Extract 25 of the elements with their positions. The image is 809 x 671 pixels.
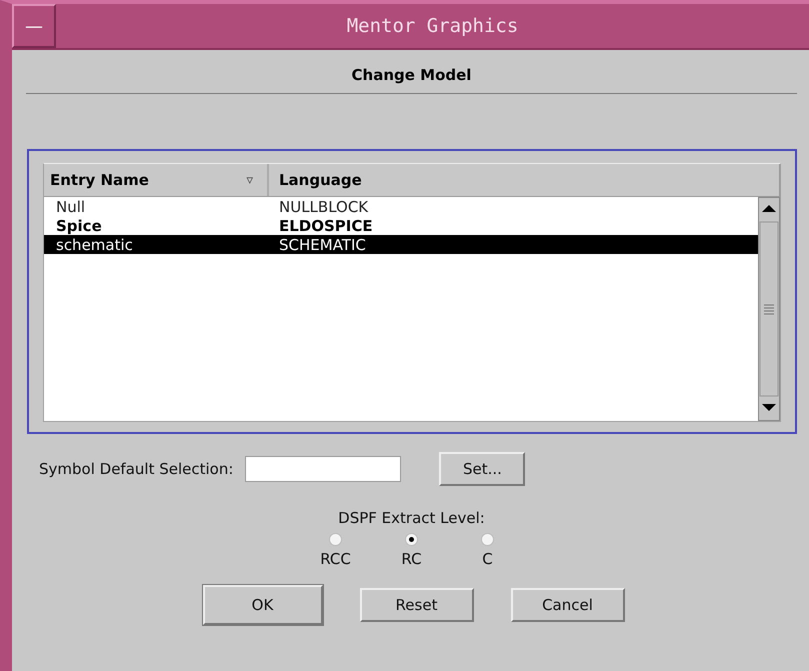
dialog-button[interactable]: Cancel xyxy=(510,588,624,622)
radio-button[interactable] xyxy=(481,533,494,546)
set-button[interactable]: Set... xyxy=(439,452,526,486)
radio-button[interactable] xyxy=(405,533,418,546)
window-menu-button[interactable]: — xyxy=(12,4,56,48)
dialog-heading: Change Model xyxy=(352,66,472,84)
scrollbar[interactable] xyxy=(758,197,780,421)
grip-icon[interactable] xyxy=(764,304,774,314)
dialog-button[interactable]: OK xyxy=(202,585,322,625)
radio-button[interactable] xyxy=(329,533,342,546)
input-field[interactable] xyxy=(245,456,402,482)
radio-label: RC xyxy=(401,550,422,568)
list-row[interactable]: schematic SCHEMATIC xyxy=(44,235,758,254)
window-title: Mentor Graphics xyxy=(346,15,518,37)
group-label: DSPF Extract Level: xyxy=(338,509,485,527)
radio-label: RCC xyxy=(320,550,351,568)
scroll-up-icon[interactable] xyxy=(762,205,776,212)
dialog-button[interactable]: Reset xyxy=(360,588,474,622)
list-row[interactable]: Spice ELDOSPICE xyxy=(44,216,758,235)
field-label: Symbol Default Selection: xyxy=(39,460,234,478)
scroll-down-icon[interactable] xyxy=(762,404,776,411)
radio-label: C xyxy=(482,550,493,568)
column-header[interactable]: Language xyxy=(269,164,780,196)
list-row[interactable]: Null NULLBLOCK xyxy=(44,197,758,216)
sort-icon: ▿ xyxy=(246,172,253,188)
